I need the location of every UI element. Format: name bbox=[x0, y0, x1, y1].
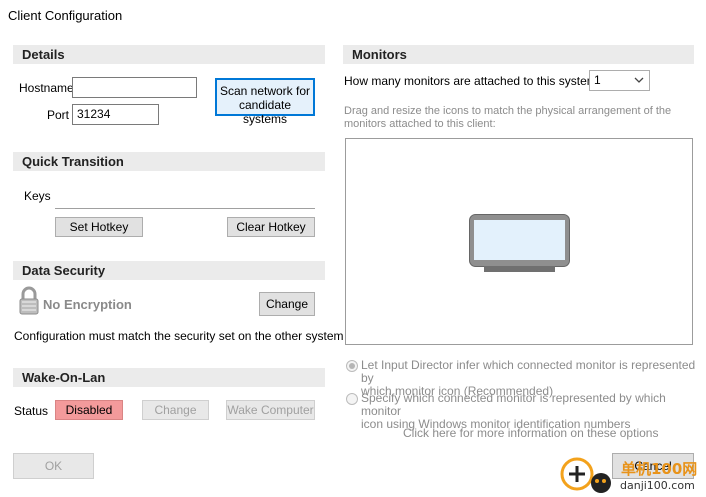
monitor-count-select[interactable]: 1 bbox=[589, 70, 650, 91]
hostname-label: Hostname bbox=[19, 81, 74, 95]
watermark-url: danji100.com bbox=[620, 479, 695, 492]
keys-label: Keys bbox=[24, 189, 51, 203]
set-hotkey-button[interactable]: Set Hotkey bbox=[55, 217, 143, 237]
ok-button[interactable]: OK bbox=[13, 453, 94, 479]
chevron-down-icon bbox=[634, 74, 644, 89]
wol-status-label: Status bbox=[14, 404, 49, 418]
wake-on-lan-header: Wake-On-Lan bbox=[13, 368, 325, 387]
port-input[interactable]: 31234 bbox=[72, 104, 159, 125]
details-header: Details bbox=[13, 45, 325, 64]
radio1-line1: Let Input Director infer which connected… bbox=[361, 358, 696, 385]
scan-network-button[interactable]: Scan network for candidate systems bbox=[215, 78, 315, 126]
security-note: Configuration must match the security se… bbox=[14, 329, 344, 343]
radio2-line1: Specify which connected monitor is repre… bbox=[361, 391, 666, 418]
monitor-count-value: 1 bbox=[594, 73, 601, 87]
quick-transition-header: Quick Transition bbox=[13, 152, 325, 171]
monitor-count-label: How many monitors are attached to this s… bbox=[344, 74, 597, 88]
scan-button-line2: candidate systems bbox=[238, 98, 292, 126]
scan-button-line1: Scan network for bbox=[219, 84, 311, 98]
instructions-line1: Drag and resize the icons to match the p… bbox=[344, 105, 672, 117]
monitor-icon[interactable] bbox=[469, 214, 570, 273]
watermark-dots-icon bbox=[589, 472, 613, 494]
lock-icon bbox=[18, 286, 40, 316]
security-change-button[interactable]: Change bbox=[259, 292, 315, 316]
keys-field[interactable] bbox=[55, 208, 315, 209]
watermark-text: 单机100网 bbox=[621, 460, 698, 478]
data-security-header: Data Security bbox=[13, 261, 325, 280]
infer-monitor-radio[interactable] bbox=[346, 360, 358, 372]
encryption-status: No Encryption bbox=[43, 297, 132, 312]
window-title: Client Configuration bbox=[8, 8, 123, 23]
instructions-line2: monitors attached to this client: bbox=[344, 118, 496, 130]
hostname-input[interactable] bbox=[72, 77, 197, 98]
more-info-link[interactable]: Click here for more information on these… bbox=[403, 426, 658, 440]
wake-computer-button[interactable]: Wake Computer bbox=[226, 400, 315, 420]
monitor-instructions: Drag and resize the icons to match the p… bbox=[344, 105, 671, 131]
wol-change-button[interactable]: Change bbox=[142, 400, 209, 420]
monitors-header: Monitors bbox=[343, 45, 694, 64]
clear-hotkey-button[interactable]: Clear Hotkey bbox=[227, 217, 315, 237]
wol-status-badge: Disabled bbox=[55, 400, 123, 420]
port-label: Port bbox=[47, 108, 70, 122]
specify-monitor-radio[interactable] bbox=[346, 393, 358, 405]
